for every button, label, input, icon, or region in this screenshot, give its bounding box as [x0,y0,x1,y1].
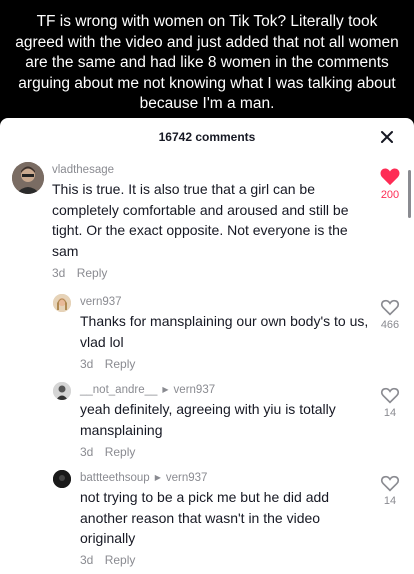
avatar[interactable] [53,470,71,488]
like-button[interactable]: 466 [375,298,405,331]
scrollbar[interactable] [408,170,411,218]
comment-text: This is true. It is also true that a gir… [52,181,349,259]
close-icon [381,131,393,143]
comment-age: 3d [80,553,94,567]
comment-text: not trying to be a pick me but he did ad… [80,489,330,546]
close-button[interactable] [378,128,396,146]
reply-button[interactable]: Reply [105,445,136,459]
comment-username[interactable]: vern937 [80,296,122,308]
user-avatar-icon [53,470,71,488]
comment-count-title: 16742 comments [158,130,256,144]
like-count: 466 [380,319,400,331]
heart-filled-icon [380,168,400,186]
comment-meta: 3d Reply [80,445,135,459]
reply-arrow-icon: ▶ [162,385,169,394]
comment-username[interactable]: __not_andre__ ▶ vern937 [80,384,215,396]
comment-username[interactable]: battteethsoup ▶ vern937 [80,472,207,484]
reply-button[interactable]: Reply [105,553,136,567]
comments-sheet: 16742 comments vladthesage This is true.… [0,118,414,574]
like-count: 14 [383,495,397,507]
reply-button[interactable]: Reply [77,266,108,280]
avatar[interactable] [53,294,71,312]
user-avatar-icon [12,162,44,194]
post-caption: TF is wrong with women on Tik Tok? Liter… [0,0,414,118]
like-count: 200 [380,189,400,201]
comment-username[interactable]: vladthesage [52,164,114,176]
user-avatar-icon [53,382,71,400]
reply-to-username[interactable]: vern937 [166,472,208,484]
comment-meta: 3d Reply [80,553,135,567]
like-button[interactable]: 14 [375,474,405,507]
like-button[interactable]: 200 [375,166,405,201]
heart-outline-icon [380,387,400,404]
user-avatar-icon [53,294,71,312]
avatar[interactable] [53,382,71,400]
comment-age: 3d [80,445,94,459]
comment-meta: 3d Reply [80,357,135,371]
reply-to-username[interactable]: vern937 [174,384,216,396]
heart-outline-icon [380,475,400,492]
heart-outline-icon [380,299,400,316]
like-count: 14 [383,407,397,419]
comment-text: Thanks for mansplaining our own body's t… [80,313,369,350]
comment-text: yeah definitely, agreeing with yiu is to… [80,401,336,438]
comment-age: 3d [52,266,66,280]
like-button[interactable]: 14 [375,386,405,419]
reply-button[interactable]: Reply [105,357,136,371]
avatar[interactable] [12,162,44,194]
reply-arrow-icon: ▶ [154,473,161,482]
comment-meta: 3d Reply [52,266,107,280]
comment-age: 3d [80,357,94,371]
